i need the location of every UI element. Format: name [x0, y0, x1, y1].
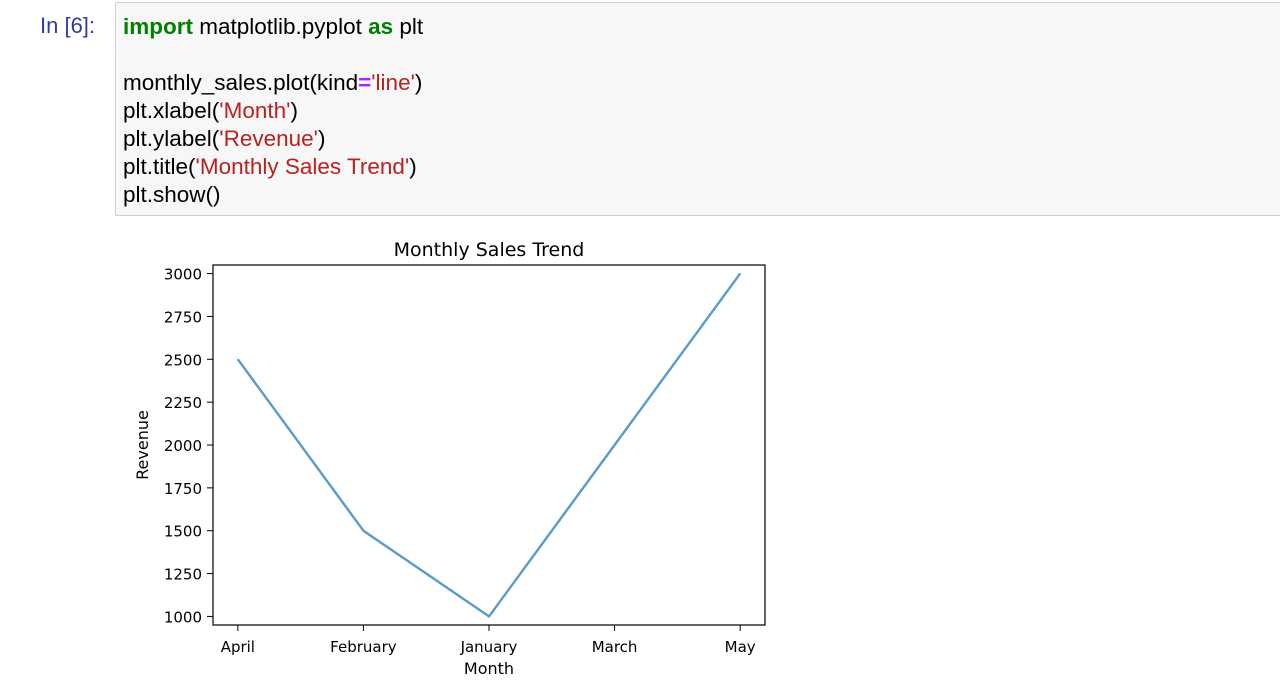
cell-prompt: In [6]: [40, 13, 96, 38]
code-keyword: import [123, 14, 193, 39]
y-tick-label: 2000 [164, 437, 202, 455]
code-text: plt.show() [123, 182, 221, 207]
code-line-6: plt.title('Monthly Sales Trend') [123, 153, 423, 181]
y-tick-label: 1500 [164, 523, 202, 541]
code-keyword: as [368, 14, 394, 39]
code-string: 'Monthly Sales Trend' [195, 154, 410, 179]
code-line-7: plt.show() [123, 181, 423, 209]
code-editor[interactable]: import matplotlib.pyplot as plt monthly_s… [123, 13, 423, 209]
code-text: plt.title( [123, 154, 196, 179]
code-text: matplotlib.pyplot [193, 14, 369, 39]
code-line-3: monthly_sales.plot(kind='line') [123, 69, 423, 97]
y-tick-label: 2500 [164, 351, 202, 369]
y-axis-ticks: 1000 1250 1500 1750 2000 2250 2500 2750 3000 [164, 266, 213, 626]
code-text: plt [393, 14, 424, 39]
code-cell[interactable]: import matplotlib.pyplot as plt monthly_s… [115, 2, 1280, 216]
code-text: ) [409, 154, 417, 179]
data-point [237, 358, 239, 360]
code-string: 'Revenue' [219, 126, 318, 151]
cell-output: Monthly Sales Trend Revenue Month 1000 12… [115, 222, 815, 686]
code-text: plt.ylabel( [123, 126, 220, 151]
code-operator: = [358, 70, 372, 95]
y-axis-label: Revenue [133, 410, 152, 480]
data-point [362, 530, 364, 532]
code-line-5: plt.ylabel('Revenue') [123, 125, 423, 153]
chart-title: Monthly Sales Trend [394, 239, 585, 261]
y-tick-label: 2250 [164, 394, 202, 412]
y-tick-label: 1750 [164, 480, 202, 498]
x-axis-label: Month [464, 659, 514, 678]
x-axis-ticks: April February January March May [221, 625, 756, 656]
data-point [614, 444, 616, 446]
code-string: 'line' [371, 70, 415, 95]
data-points [237, 273, 741, 617]
x-tick-label: May [725, 638, 756, 656]
code-text: ) [317, 126, 326, 151]
line-chart: Monthly Sales Trend Revenue Month 1000 12… [133, 239, 766, 678]
code-line-1: import matplotlib.pyplot as plt [123, 13, 423, 41]
code-line-4: plt.xlabel('Month') [123, 97, 423, 125]
y-tick-label: 2750 [164, 308, 202, 326]
x-tick-label: March [592, 638, 638, 656]
x-tick-label: April [221, 638, 255, 656]
x-tick-label: February [330, 638, 397, 656]
x-tick-label: January [460, 638, 518, 656]
code-text: plt.xlabel( [123, 98, 220, 123]
data-point [739, 273, 741, 275]
y-tick-label: 1000 [164, 608, 202, 626]
data-point [488, 615, 490, 617]
code-text: ) [414, 70, 423, 95]
code-string: 'Month' [219, 98, 291, 123]
code-text: ) [290, 98, 298, 123]
code-text: monthly_sales.plot(kind [123, 70, 359, 95]
plot-frame [212, 264, 766, 626]
series-line [236, 272, 742, 618]
y-tick-label: 1250 [164, 566, 202, 584]
y-tick-label: 3000 [164, 266, 202, 284]
